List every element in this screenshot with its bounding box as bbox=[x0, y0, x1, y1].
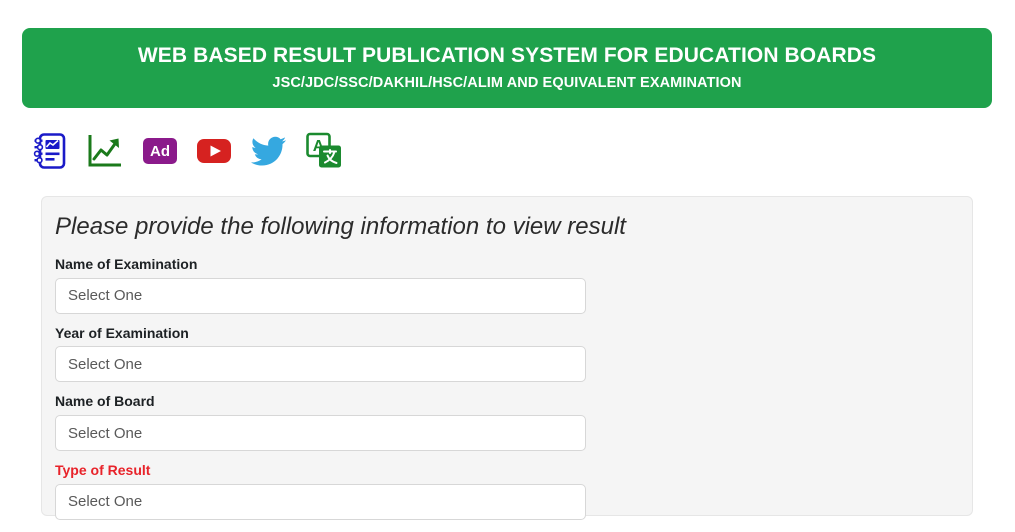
banner-subtitle: JSC/JDC/SSC/DAKHIL/HSC/ALIM AND EQUIVALE… bbox=[272, 74, 742, 91]
result-query-form-panel: Please provide the following information… bbox=[41, 196, 973, 520]
label-name-of-examination: Name of Examination bbox=[55, 255, 198, 272]
select-type-of-result-value: Select One bbox=[68, 493, 143, 511]
select-year-of-examination[interactable]: Select One bbox=[55, 346, 586, 383]
field-year-of-examination: Year of Examination Select One bbox=[55, 325, 956, 383]
statistics-chart-icon[interactable] bbox=[86, 132, 124, 170]
select-type-of-result[interactable]: Select One bbox=[55, 483, 586, 520]
page-root: WEB BASED RESULT PUBLICATION SYSTEM FOR … bbox=[0, 0, 1015, 532]
select-name-of-board-value: Select One bbox=[68, 424, 143, 442]
select-name-of-examination[interactable]: Select One bbox=[55, 277, 586, 314]
site-header-banner: WEB BASED RESULT PUBLICATION SYSTEM FOR … bbox=[22, 28, 992, 108]
ad-icon[interactable]: Ad bbox=[143, 138, 177, 164]
form-heading: Please provide the following information… bbox=[55, 213, 626, 240]
label-year-of-examination: Year of Examination bbox=[55, 324, 189, 341]
label-type-of-result: Type of Result bbox=[55, 462, 151, 479]
youtube-icon[interactable] bbox=[196, 138, 232, 164]
field-name-of-board: Name of Board Select One bbox=[55, 393, 956, 452]
google-translate-icon[interactable]: A bbox=[306, 132, 342, 170]
twitter-icon[interactable] bbox=[251, 135, 287, 167]
field-name-of-examination: Name of Examination Select One bbox=[55, 256, 956, 314]
select-name-of-examination-value: Select One bbox=[68, 287, 143, 305]
label-name-of-board: Name of Board bbox=[55, 393, 155, 410]
banner-title: WEB BASED RESULT PUBLICATION SYSTEM FOR … bbox=[137, 44, 877, 68]
select-year-of-examination-value: Select One bbox=[68, 355, 143, 373]
select-name-of-board[interactable]: Select One bbox=[55, 415, 586, 452]
ad-icon-label: Ad bbox=[143, 138, 177, 164]
field-type-of-result: Type of Result Select One bbox=[55, 462, 956, 520]
quick-links-icon-bar: Ad A bbox=[31, 126, 342, 176]
result-report-icon[interactable] bbox=[31, 131, 67, 171]
